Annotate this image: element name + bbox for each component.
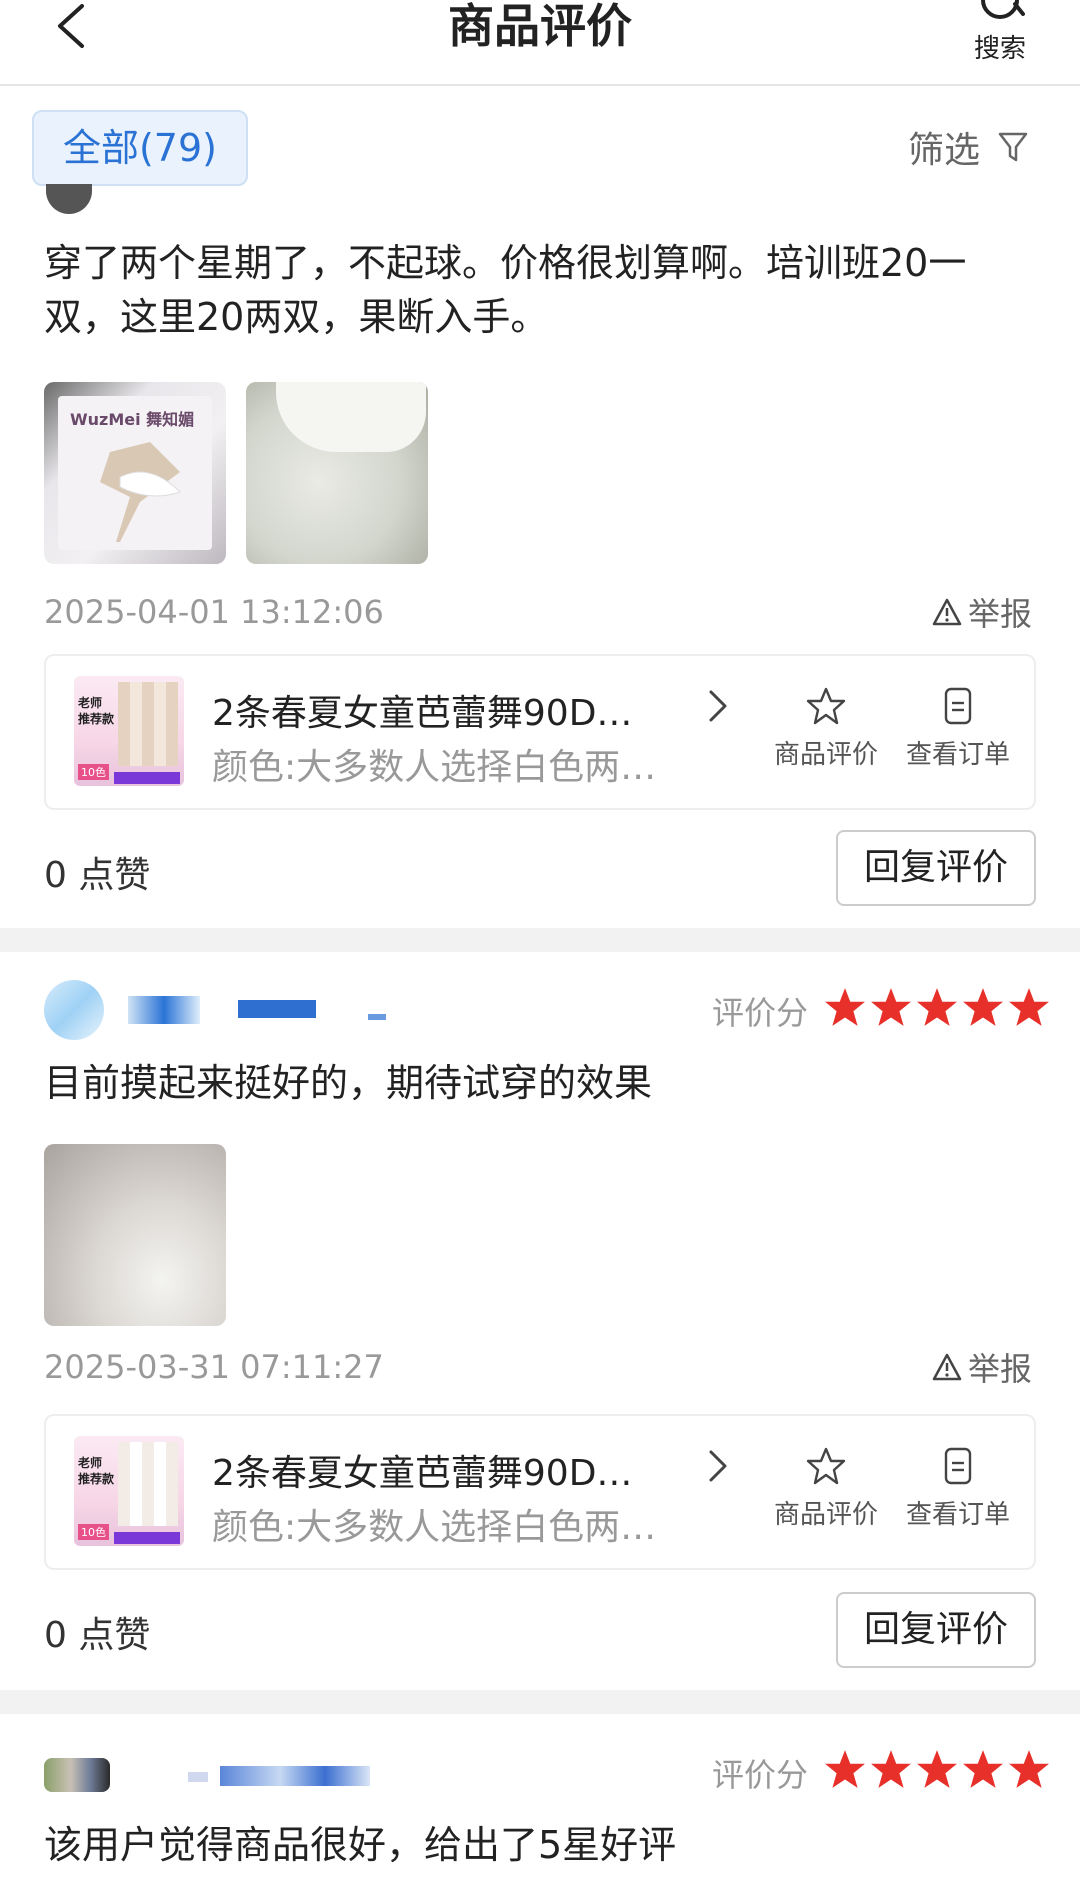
review-text: 目前摸起来挺好的，期待试穿的效果 [44,1061,653,1105]
reviewer-row: 评价分 [44,1742,1049,1802]
review-card: 穿了两个星期了，不起球。价格很划算啊。培训班20一双，这里20两双，果断入手。 … [0,184,1080,928]
star-outline-icon [806,1447,846,1485]
product-card[interactable]: 老师 推荐款 10色 2条春夏女童芭蕾舞90D… 颜色:大多数人选择白色两双… … [44,654,1036,810]
rating-stars [824,1748,1050,1790]
funnel-icon [998,132,1028,162]
view-order-label: 查看订单 [905,740,1010,770]
star-filled-icon [871,1750,911,1788]
report-button[interactable]: 举报 [932,1344,1032,1390]
view-order-action[interactable]: 查看订单 [898,686,1018,771]
view-order-label: 查看订单 [905,1500,1010,1530]
photo-brand-text: WuzMei 舞知媚 [70,410,195,429]
search-button[interactable]: 搜索 [960,0,1040,80]
review-photo[interactable]: WuzMei 舞知媚 [44,382,226,564]
like-count[interactable]: 0 点赞 [44,846,150,898]
page-title: 商品评价 [448,0,632,53]
star-filled-icon [963,1750,1003,1788]
star-filled-icon [825,988,865,1026]
product-review-action[interactable]: 商品评价 [766,1446,886,1531]
avatar [44,980,104,1040]
review-card: 评价分 目前摸起来挺好的，期待试穿的效果 2025-03-31 07:11:27… [0,952,1080,1690]
search-label: 搜索 [973,34,1026,64]
product-review-label: 商品评价 [773,740,878,770]
product-name[interactable]: 2条春夏女童芭蕾舞90D… [212,684,662,736]
product-badge-recommend: 推荐款 [78,1472,115,1486]
avatar [44,1758,110,1792]
product-image[interactable]: 老师 推荐款 10色 [74,1436,184,1546]
reply-review-button[interactable]: 回复评价 [836,830,1036,906]
reviewer-name-blurred [368,1014,386,1020]
chevron-right-icon[interactable] [706,686,730,730]
filter-bar: 全部(79) 筛选 [0,88,1080,206]
star-filled-icon [963,988,1003,1026]
product-variant: 颜色:大多数人选择白色两双… [212,1507,662,1548]
section-divider [0,928,1080,952]
like-count[interactable]: 0 点赞 [44,1606,150,1658]
top-nav-bar: 商品评价 搜索 [0,0,1080,86]
filter-button[interactable]: 筛选 [908,122,1028,172]
order-document-icon [944,1447,972,1485]
chevron-right-icon[interactable] [706,1446,730,1490]
star-outline-icon [806,687,846,725]
product-badge-teacher: 老师 [78,1456,103,1470]
review-text: 穿了两个星期了，不起球。价格很划算啊。培训班20一双，这里20两双，果断入手。 [44,241,967,339]
product-variant: 颜色:大多数人选择白色两双… [212,747,662,788]
report-button[interactable]: 举报 [932,589,1032,635]
reviewer-row: 评价分 [44,980,1049,1040]
avatar [46,184,92,214]
order-document-icon [944,687,972,725]
star-filled-icon [1009,988,1049,1026]
star-filled-icon [917,988,957,1026]
review-text: 该用户觉得商品很好，给出了5星好评 [44,1823,677,1867]
rating-label: 评价分 [712,994,809,1032]
product-badge-recommend: 推荐款 [78,712,115,726]
filter-label: 筛选 [908,130,981,171]
review-timestamp: 2025-03-31 07:11:27 [44,1348,384,1386]
rating-label: 评价分 [712,1756,809,1794]
review-timestamp: 2025-04-01 13:12:06 [44,593,384,631]
section-divider [0,1690,1080,1714]
product-review-action[interactable]: 商品评价 [766,686,886,771]
star-filled-icon [825,1750,865,1788]
star-filled-icon [917,1750,957,1788]
warning-icon [932,598,962,626]
product-badge-colors: 10色 [78,764,109,780]
product-badge-colors: 10色 [78,1524,109,1540]
rating-stars [824,986,1050,1028]
tab-all-reviews[interactable]: 全部(79) [32,110,248,186]
reviewer-name-blurred [128,996,200,1024]
reply-review-button[interactable]: 回复评价 [836,1592,1036,1668]
review-photo[interactable] [44,1144,226,1326]
report-label: 举报 [968,595,1033,633]
warning-icon [932,1353,962,1381]
product-card[interactable]: 老师 推荐款 10色 2条春夏女童芭蕾舞90D… 颜色:大多数人选择白色两双… … [44,1414,1036,1570]
reviewer-name-blurred [188,1772,208,1782]
star-filled-icon [871,988,911,1026]
review-card: 评价分 该用户觉得商品很好，给出了5星好评 [0,1714,1080,1885]
reviewer-name-blurred [238,1000,316,1018]
view-order-action[interactable]: 查看订单 [898,1446,1018,1531]
review-photo[interactable] [246,382,428,564]
product-badge-teacher: 老师 [78,696,103,710]
search-icon [981,0,1025,19]
reviewer-name-blurred [220,1766,370,1786]
report-label: 举报 [968,1350,1033,1388]
product-name[interactable]: 2条春夏女童芭蕾舞90D… [212,1444,662,1496]
product-review-label: 商品评价 [773,1500,878,1530]
star-filled-icon [1009,1750,1049,1788]
product-image[interactable]: 老师 推荐款 10色 [74,676,184,786]
